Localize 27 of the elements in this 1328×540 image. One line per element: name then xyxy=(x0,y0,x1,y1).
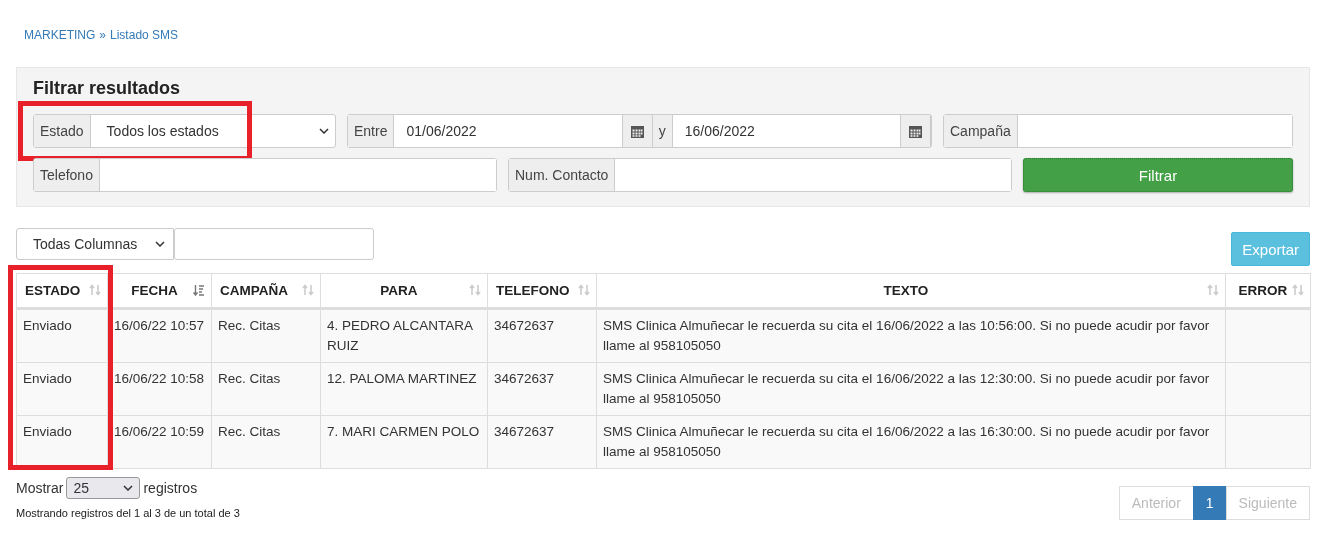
table-cell: SMS Clinica Almuñecar le recuerda su cita el 16/06/2022 a las 12:30:00. Si no puede acudir por favor llame al 958105050 xyxy=(596,362,1226,416)
table-cell: 34672637 xyxy=(487,415,597,469)
table-cell: Enviado xyxy=(16,362,108,416)
table-cell: Enviado xyxy=(16,308,108,363)
show-suffix: registros xyxy=(143,480,198,496)
table-cell: 7. MARI CARMEN POLO xyxy=(320,415,488,469)
breadcrumb-separator: » xyxy=(99,28,107,44)
pagination-button[interactable]: 1 xyxy=(1192,486,1227,520)
table-cell: Rec. Citas xyxy=(211,415,321,469)
chevron-icon xyxy=(123,485,134,491)
panel-title: Filtrar resultados xyxy=(33,78,182,98)
table-cell: SMS Clinica Almuñecar le recuerda su cita el 16/06/2022 a las 10:56:00. Si no puede acudir por favor llame al 958105050 xyxy=(596,308,1226,363)
table-cell: 34672637 xyxy=(487,362,597,416)
records-summary: Mostrando registros del 1 al 3 de un total de 3 xyxy=(16,507,240,519)
table-cell: Rec. Citas xyxy=(211,362,321,416)
search-field[interactable] xyxy=(174,228,374,260)
table-cell: 4. PEDRO ALCANTARA RUIZ xyxy=(320,308,488,363)
breadcrumb-link[interactable]: MARKETING xyxy=(24,28,96,44)
show-label: Mostrar xyxy=(16,480,64,496)
chevron-icon xyxy=(155,241,165,247)
table-cell: 12. PALOMA MARTINEZ xyxy=(320,362,488,416)
breadcrumb-link[interactable]: Listado SMS xyxy=(110,28,179,44)
table-cell: SMS Clinica Almuñecar le recuerda su cita el 16/06/2022 a las 16:30:00. Si no puede acudir por favor llame al 958105050 xyxy=(596,415,1226,469)
page-size-select[interactable]: 25 xyxy=(66,477,141,499)
column-select[interactable]: Todas Columnas xyxy=(16,228,174,260)
table-cell: Rec. Citas xyxy=(211,308,321,363)
table-cell: 34672637 xyxy=(487,308,597,363)
